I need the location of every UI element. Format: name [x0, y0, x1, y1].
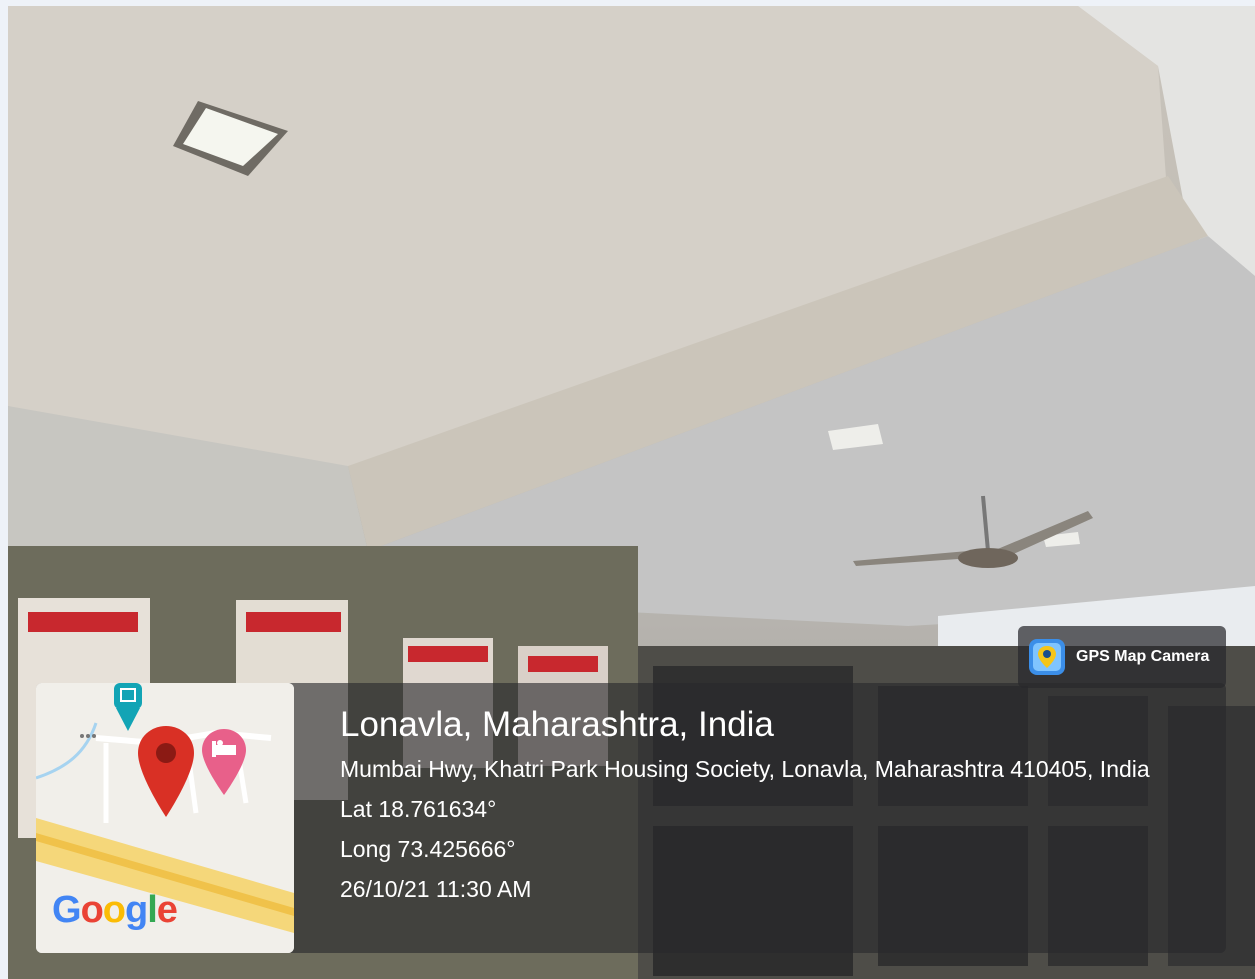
map-marker-icon [138, 726, 194, 817]
gps-stamp-overlay: GPS Map Camera Google Lonavla, Maharasht… [8, 6, 1255, 979]
longitude: Long 73.425666° [340, 836, 516, 862]
google-letter: e [156, 889, 178, 931]
google-letter: o [80, 889, 104, 931]
google-logo: Google [52, 889, 178, 932]
location-texts: Lonavla, Maharashtra, India Mumbai Hwy, … [340, 706, 1180, 904]
map-pin-camera-icon [1029, 639, 1065, 675]
app-name: GPS Map Camera [1076, 648, 1210, 665]
gps-map-camera-badge: GPS Map Camera [1018, 626, 1226, 688]
google-letter: G [52, 889, 82, 931]
google-letter: g [125, 889, 148, 931]
google-letter: o [102, 889, 126, 931]
datetime: 26/10/21 11:30 AM [340, 876, 532, 902]
google-letter: l [147, 889, 158, 931]
latitude: Lat 18.761634° [340, 796, 497, 822]
location-title: Lonavla, Maharashtra, India [340, 705, 774, 744]
hotel-marker-icon [202, 729, 246, 795]
location-address: Mumbai Hwy, Khatri Park Housing Society,… [340, 756, 1150, 782]
map-thumbnail: Google [36, 683, 294, 953]
